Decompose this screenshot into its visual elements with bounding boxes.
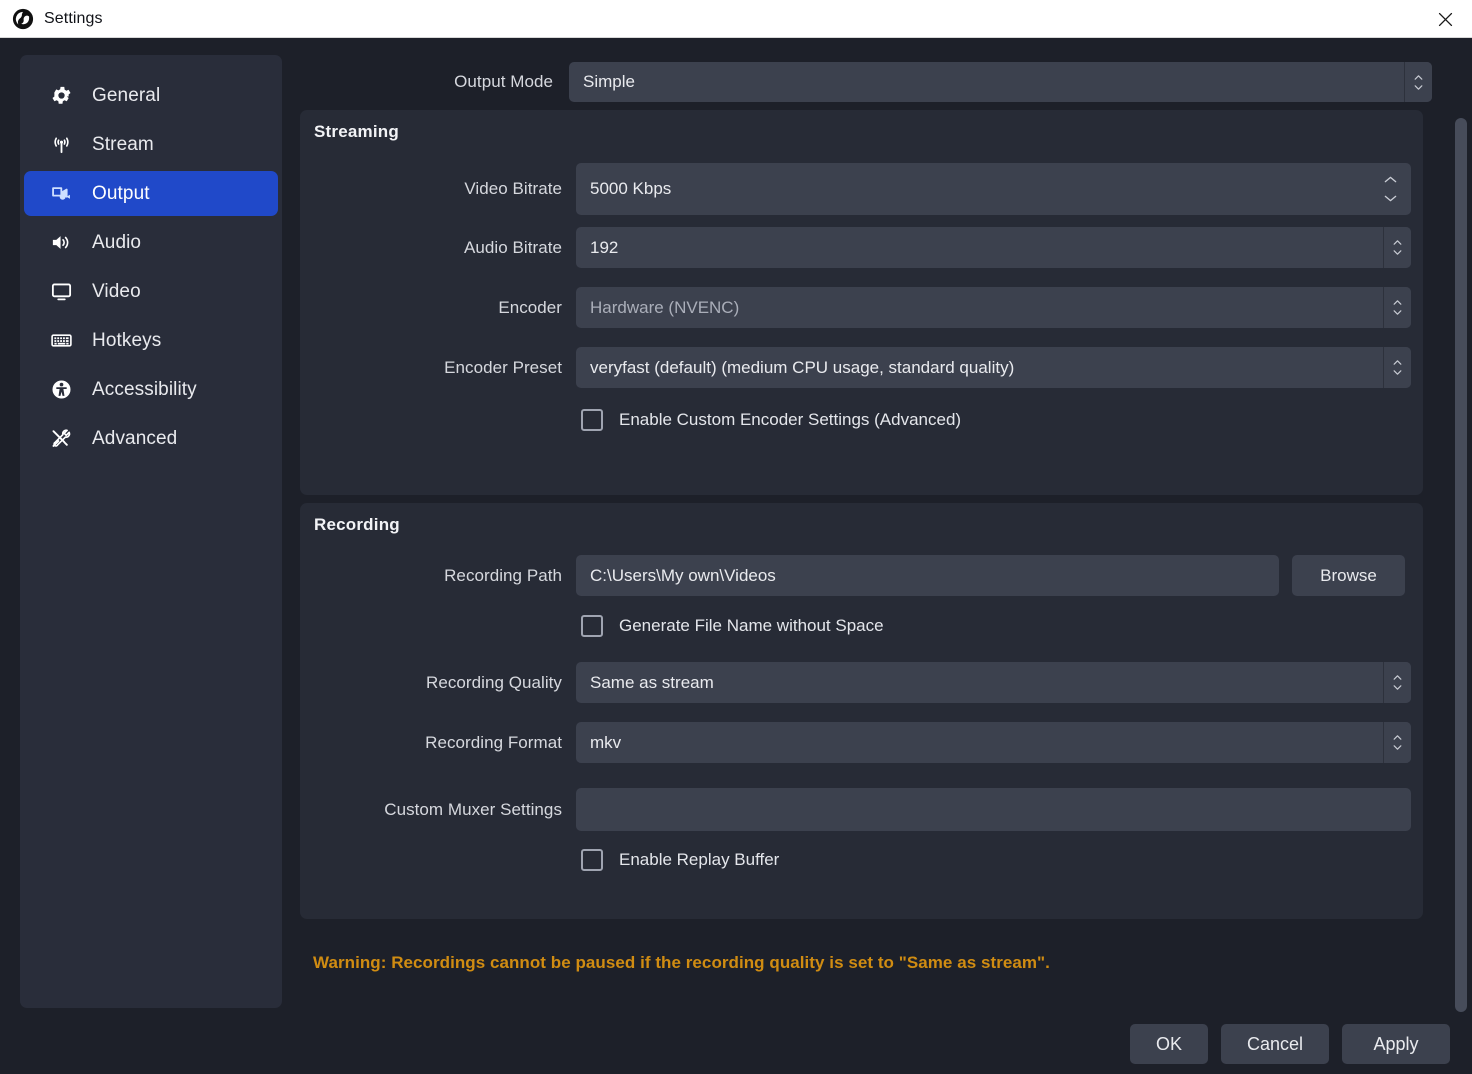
video-bitrate-input[interactable]: 5000 Kbps — [576, 163, 1411, 215]
sidebar-item-video[interactable]: Video — [24, 269, 278, 314]
sidebar-item-accessibility[interactable]: Accessibility — [24, 367, 278, 412]
obs-logo-icon — [12, 8, 34, 30]
sidebar-item-stream[interactable]: Stream — [24, 122, 278, 167]
window-title: Settings — [44, 9, 103, 27]
recording-quality-select[interactable]: Same as stream — [576, 662, 1411, 703]
title-bar: Settings — [0, 0, 1472, 38]
output-mode-label: Output Mode — [454, 72, 553, 91]
custom-muxer-input[interactable] — [576, 788, 1411, 831]
streaming-group-title: Streaming — [314, 122, 399, 141]
gear-icon — [48, 83, 74, 109]
recording-path-value: C:\Users\My own\Videos — [590, 565, 776, 585]
generate-filename-checkbox[interactable]: Generate File Name without Space — [581, 615, 884, 637]
chevron-updown-icon[interactable] — [1383, 347, 1411, 388]
video-bitrate-value: 5000 Kbps — [590, 179, 672, 198]
chevron-updown-icon[interactable] — [1383, 227, 1411, 268]
video-camera-icon — [48, 181, 74, 207]
recording-group: Recording Recording Path C:\Users\My own… — [300, 503, 1423, 919]
browse-button[interactable]: Browse — [1292, 555, 1405, 596]
encoder-select[interactable]: Hardware (NVENC) — [576, 287, 1411, 328]
recording-path-input[interactable]: C:\Users\My own\Videos — [576, 555, 1279, 596]
recording-path-label: Recording Path — [444, 565, 562, 585]
sidebar-item-label: Stream — [92, 133, 154, 155]
checkbox-box[interactable] — [581, 615, 603, 637]
sidebar-item-label: General — [92, 84, 161, 106]
audio-bitrate-select[interactable]: 192 — [576, 227, 1411, 268]
sidebar-item-hotkeys[interactable]: Hotkeys — [24, 318, 278, 363]
checkbox-box[interactable] — [581, 409, 603, 431]
recording-format-value: mkv — [590, 732, 622, 752]
chevron-updown-icon[interactable] — [1383, 662, 1411, 703]
recording-path-row: Recording Path C:\Users\My own\Videos Br… — [300, 555, 1411, 596]
sidebar-item-advanced[interactable]: Advanced — [24, 416, 278, 461]
sidebar-item-label: Hotkeys — [92, 329, 162, 351]
audio-bitrate-label: Audio Bitrate — [464, 237, 562, 257]
ok-button[interactable]: OK — [1129, 1024, 1208, 1064]
cancel-button[interactable]: Cancel — [1220, 1024, 1329, 1064]
enable-custom-encoder-label: Enable Custom Encoder Settings (Advanced… — [619, 410, 962, 429]
recording-quality-row: Recording Quality Same as stream — [300, 662, 1411, 703]
accessibility-icon — [48, 377, 74, 403]
close-icon[interactable] — [1418, 0, 1472, 38]
enable-replay-buffer-label: Enable Replay Buffer — [619, 850, 780, 869]
encoder-row: Encoder Hardware (NVENC) — [300, 287, 1411, 328]
encoder-value: Hardware (NVENC) — [590, 297, 740, 317]
keyboard-icon — [48, 328, 74, 354]
generate-filename-label: Generate File Name without Space — [619, 616, 884, 635]
recording-warning-text: Warning: Recordings cannot be paused if … — [313, 953, 1050, 972]
settings-content: Output Mode Simple Streaming Video Bitra… — [300, 48, 1432, 1008]
tools-icon — [48, 426, 74, 452]
custom-muxer-label: Custom Muxer Settings — [384, 799, 562, 819]
chevron-updown-icon[interactable] — [1383, 722, 1411, 763]
recording-format-select[interactable]: mkv — [576, 722, 1411, 763]
recording-format-row: Recording Format mkv — [300, 722, 1411, 763]
apply-button[interactable]: Apply — [1342, 1024, 1450, 1064]
spin-updown-icon[interactable] — [1375, 163, 1405, 215]
streaming-group: Streaming Video Bitrate 5000 Kbps Audio … — [300, 110, 1423, 495]
output-mode-select[interactable]: Simple — [569, 62, 1432, 102]
recording-format-label: Recording Format — [425, 732, 562, 752]
settings-sidebar: General Stream Output Audio Video Hotkey… — [20, 55, 282, 1008]
encoder-preset-value: veryfast (default) (medium CPU usage, st… — [590, 357, 1015, 377]
sidebar-item-label: Audio — [92, 231, 142, 253]
recording-quality-value: Same as stream — [590, 672, 714, 692]
video-bitrate-label: Video Bitrate — [464, 179, 562, 198]
dialog-footer: OK Cancel Apply — [1129, 1024, 1450, 1064]
encoder-preset-row: Encoder Preset veryfast (default) (mediu… — [300, 347, 1411, 388]
custom-muxer-row: Custom Muxer Settings — [300, 788, 1411, 831]
broadcast-icon — [48, 132, 74, 158]
speaker-icon — [48, 230, 74, 256]
sidebar-item-output[interactable]: Output — [24, 171, 278, 216]
encoder-preset-select[interactable]: veryfast (default) (medium CPU usage, st… — [576, 347, 1411, 388]
sidebar-item-general[interactable]: General — [24, 73, 278, 118]
sidebar-item-label: Video — [92, 280, 141, 302]
scrollbar-thumb[interactable] — [1455, 118, 1467, 1012]
recording-group-title: Recording — [314, 515, 400, 534]
sidebar-item-label: Advanced — [92, 427, 178, 449]
content-scrollbar[interactable] — [1454, 116, 1468, 1036]
audio-bitrate-row: Audio Bitrate 192 — [300, 227, 1411, 268]
encoder-label: Encoder — [498, 297, 562, 317]
chevron-updown-icon[interactable] — [1383, 287, 1411, 328]
video-bitrate-row: Video Bitrate 5000 Kbps — [300, 163, 1411, 215]
recording-quality-label: Recording Quality — [426, 672, 562, 692]
enable-replay-buffer-checkbox[interactable]: Enable Replay Buffer — [581, 849, 779, 871]
sidebar-item-label: Output — [92, 182, 150, 204]
encoder-preset-label: Encoder Preset — [444, 357, 562, 377]
sidebar-item-label: Accessibility — [92, 378, 197, 400]
enable-custom-encoder-checkbox[interactable]: Enable Custom Encoder Settings (Advanced… — [581, 409, 961, 431]
sidebar-item-audio[interactable]: Audio — [24, 220, 278, 265]
chevron-updown-icon[interactable] — [1404, 62, 1432, 102]
checkbox-box[interactable] — [581, 849, 603, 871]
audio-bitrate-value: 192 — [590, 237, 619, 257]
output-mode-value: Simple — [583, 72, 635, 91]
monitor-icon — [48, 279, 74, 305]
output-mode-row: Output Mode Simple — [421, 62, 1432, 102]
